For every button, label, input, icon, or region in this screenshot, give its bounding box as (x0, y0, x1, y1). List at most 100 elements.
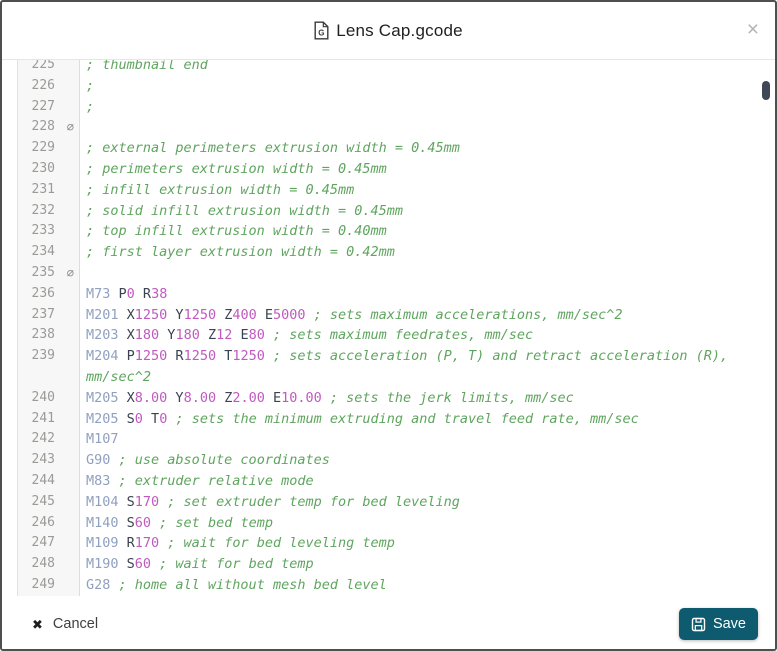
code-line[interactable]: 239 M204 P1250 R1250 T1250 ; sets acceler… (18, 346, 772, 388)
code-line-content[interactable]: M104 S170 ; set extruder temp for bed le… (80, 491, 772, 513)
code-line[interactable]: 231 ; infill extrusion width = 0.45mm (18, 179, 772, 201)
code-line[interactable]: 243 G90 ; use absolute coordinates (18, 450, 772, 471)
cancel-label: Cancel (52, 616, 99, 632)
close-icon[interactable]: × (747, 18, 759, 39)
gcode-comment: ; set extruder temp for bed leveling (159, 493, 460, 510)
gcode-value: 5000 (273, 306, 306, 323)
gcode-param: R (118, 535, 135, 552)
gcode-comment: ; sets the jerk limits, mm/sec (321, 389, 574, 406)
line-number: 228 ∅ (18, 117, 80, 139)
code-line-content[interactable]: M73 P0 R38 (80, 283, 772, 305)
line-number: 227 (18, 96, 80, 118)
gcode-value: 8.00 (134, 389, 168, 406)
save-label: Save (712, 616, 746, 632)
code-line[interactable]: 226; (18, 75, 772, 97)
gcode-param: R (167, 348, 184, 365)
gcode-file-icon: G (314, 21, 329, 40)
code-line-content[interactable]: ; solid infill extrusion width = 0.45mm (80, 200, 772, 222)
code-line-content[interactable]: ; (80, 96, 772, 118)
code-line-content[interactable]: M83 ; extruder relative mode (80, 470, 772, 492)
line-number: 232 (18, 200, 80, 222)
gcode-comment: ; infill extrusion width = 0.45mm (86, 181, 355, 198)
code-line-content[interactable]: G28 ; home all without mesh bed level (80, 574, 772, 596)
gcode-param: X (118, 327, 135, 344)
gcode-value: 8.00 (183, 389, 217, 406)
code-line[interactable]: 232 ; solid infill extrusion width = 0.45… (18, 200, 772, 222)
code-line[interactable]: 244 M83 ; extruder relative mode (18, 470, 772, 492)
svg-text:G: G (318, 28, 324, 37)
gcode-param: T (216, 348, 233, 365)
code-line-content[interactable]: M140 S60 ; set bed temp (80, 512, 772, 534)
gcode-param: S (118, 493, 135, 510)
line-number: 229 (18, 138, 80, 159)
line-number: 244 (18, 470, 80, 492)
code-line-content[interactable]: ; (80, 75, 772, 97)
gcode-comment: ; top infill extrusion width = 0.40mm (86, 223, 387, 240)
gcode-param: E (256, 306, 273, 323)
gcode-value: 170 (134, 535, 160, 552)
code-line[interactable]: 234 ; first layer extrusion width = 0.42m… (18, 242, 772, 263)
code-line[interactable]: 240 M205 X8.00 Y8.00 Z2.00 E10.00 ; sets … (18, 387, 772, 409)
gcode-command: M190 (86, 556, 119, 573)
gcode-param: S (118, 556, 135, 573)
save-button[interactable]: Save (678, 608, 758, 640)
code-line[interactable]: 242 M107 (18, 429, 772, 451)
line-number: 241 (18, 408, 80, 430)
code-line[interactable]: 241 M205 S0 T0 ; sets the minimum extrudi… (18, 408, 772, 430)
code-line-content[interactable]: ; external perimeters extrusion width = … (80, 138, 772, 159)
code-line-content[interactable]: M204 P1250 R1250 T1250 ; sets accelerati… (80, 346, 772, 388)
code-line-content[interactable]: G90 ; use absolute coordinates (80, 450, 772, 471)
cancel-x-icon: ✖ (32, 616, 43, 632)
code-line[interactable]: 236 M73 P0 R38 (18, 283, 772, 305)
dialog-header: G Lens Cap.gcode × (2, 2, 775, 60)
code-line-content[interactable]: ; infill extrusion width = 0.45mm (80, 179, 772, 201)
code-line-content[interactable]: M205 S0 T0 ; sets the minimum extruding … (80, 408, 772, 430)
code-line[interactable]: 229 ; external perimeters extrusion width… (18, 138, 772, 159)
code-line-content[interactable]: M201 X1250 Y1250 Z400 E5000 ; sets maxim… (80, 304, 772, 326)
code-line[interactable]: 228 ∅ (18, 117, 772, 139)
code-line[interactable]: 235 ∅ (18, 262, 772, 284)
code-line[interactable]: 246 M140 S60 ; set bed temp (18, 512, 772, 534)
scrollbar-thumb[interactable] (762, 81, 770, 100)
code-line[interactable]: 230 ; perimeters extrusion width = 0.45mm (18, 158, 772, 180)
code-line-content[interactable]: M190 S60 ; wait for bed temp (80, 554, 772, 575)
code-editor[interactable]: 225; thumbnail end 226; 227; 228 ∅ 229; exter… (17, 60, 772, 596)
save-floppy-icon (691, 617, 706, 631)
gcode-comment: ; (86, 77, 95, 94)
gcode-param: Y (167, 306, 184, 323)
code-line-content[interactable] (80, 262, 772, 284)
code-line[interactable]: 245 M104 S170 ; set extruder temp for bed… (18, 491, 772, 513)
code-line[interactable]: 238 M203 X180 Y180 Z12 E80 ; sets maximum… (18, 325, 772, 347)
code-line-content[interactable]: M109 R170 ; wait for bed leveling temp (80, 533, 772, 555)
gcode-command: G28 (86, 576, 111, 593)
gcode-param: Y (159, 327, 176, 344)
code-line[interactable]: 249 G28 ; home all without mesh bed level (18, 574, 772, 596)
code-line[interactable]: 225 ; thumbnail end (18, 60, 772, 76)
cancel-button[interactable]: ✖ Cancel (32, 616, 98, 632)
code-line-content[interactable]: M205 X8.00 Y8.00 Z2.00 E10.00 ; sets the… (80, 387, 772, 409)
gcode-param: Z (216, 306, 233, 323)
gcode-value: 1250 (232, 348, 265, 365)
gcode-param: T (142, 410, 160, 427)
gcode-comment: ; sets maximum feedrates, mm/sec (264, 327, 534, 344)
dialog-title-wrap: G Lens Cap.gcode (314, 21, 463, 41)
code-line-content[interactable]: ; top infill extrusion width = 0.40mm (80, 221, 772, 243)
line-number: 234 (18, 242, 80, 263)
code-line-content[interactable]: ; first layer extrusion width = 0.42mm (80, 242, 772, 263)
code-line-content[interactable] (80, 117, 772, 139)
gcode-comment: ; thumbnail end (86, 60, 208, 73)
gcode-comment: ; wait for bed temp (151, 556, 314, 573)
gcode-command: M205 (86, 410, 119, 427)
code-line[interactable]: 237 M201 X1250 Y1250 Z400 E5000 ; sets ma… (18, 304, 772, 326)
code-line[interactable]: 248 M190 S60 ; wait for bed temp (18, 554, 772, 575)
code-line-content[interactable]: M107 (80, 429, 772, 451)
code-line[interactable]: 247 M109 R170 ; wait for bed leveling tem… (18, 533, 772, 555)
code-line-content[interactable]: M203 X180 Y180 Z12 E80 ; sets maximum fe… (80, 325, 772, 347)
code-line-content[interactable]: ; perimeters extrusion width = 0.45mm (80, 158, 772, 180)
gcode-command: M140 (86, 514, 119, 531)
code-line[interactable]: 233 ; top infill extrusion width = 0.40mm (18, 221, 772, 243)
code-line[interactable]: 227; (18, 96, 772, 118)
empty-line-marker: ∅ (66, 120, 74, 135)
code-line-content[interactable]: ; thumbnail end (80, 60, 772, 76)
gcode-value: 10.00 (281, 389, 322, 406)
